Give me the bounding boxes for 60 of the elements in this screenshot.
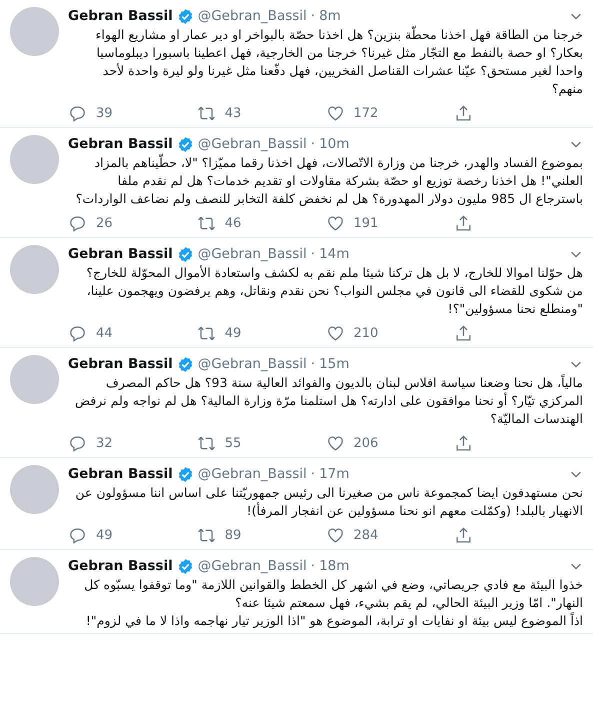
retweet-count: 46 (224, 216, 242, 230)
share-icon[interactable] (454, 324, 474, 342)
heart-icon[interactable] (326, 434, 344, 452)
heart-icon[interactable] (326, 214, 344, 232)
retweet-count: 49 (224, 326, 242, 340)
author-handle[interactable]: @Gebran_Bassil (198, 7, 307, 25)
author-handle[interactable]: @Gebran_Bassil (198, 557, 307, 575)
author-handle[interactable]: @Gebran_Bassil (198, 245, 307, 263)
reply-icon[interactable] (68, 104, 87, 122)
author-name[interactable]: Gebran Bassil (68, 245, 173, 263)
reply-count: 32 (96, 436, 113, 450)
reply-count: 49 (96, 528, 113, 542)
like-count: 172 (354, 106, 378, 120)
heart-icon[interactable] (326, 104, 344, 122)
share-icon[interactable] (454, 434, 474, 452)
tweet-time[interactable]: 18m (319, 557, 350, 575)
reply-count: 26 (96, 216, 113, 230)
tweet-text: بموضوع الفساد والهدر، خرجنا من وزارة الاتّصالات، فهل اخذنا رقما مميّزا؟ "لا، حطّيناهم بالمزاد العلني"! هل اخذنا رخصة توزيع او حصّة بشركة مقاولات او تقديم خدمات؟ هل لم نقدم ملفا باسترجاع ال 985 مليون دولار المهدورة؟ هل لم نخفض كلفة التخابر للنصف ولم نضاعف الواردات؟ (74, 154, 583, 208)
author-name[interactable]: Gebran Bassil (68, 465, 173, 483)
like-count: 206 (354, 436, 378, 450)
author-name[interactable]: Gebran Bassil (68, 135, 173, 153)
reply-icon[interactable] (68, 214, 87, 232)
retweet-count: 89 (224, 528, 242, 542)
reply-icon[interactable] (68, 526, 87, 544)
separator-dot: · (310, 7, 316, 25)
tweet-text: هل حوّلنا اموالا للخارج، لا بل هل تركنا شيئا ملم نقم به لكشف واستعادة الأموال المحوّلة للخارج؟ من شكوى للقضاء الى قانون في مجلس النواب؟ نحن نقدم ونقاتل، وهم يرفضون ويهجمون علينا، "ومنطلع نحنا مسؤولين"؟! (85, 264, 583, 318)
retweet-count: 43 (224, 106, 242, 120)
author-name[interactable]: Gebran Bassil (68, 7, 173, 25)
share-icon[interactable] (454, 526, 474, 544)
reply-count: 39 (96, 106, 113, 120)
tweet-time[interactable]: 17m (319, 465, 350, 483)
share-icon[interactable] (454, 214, 474, 232)
author-handle[interactable]: @Gebran_Bassil (198, 135, 307, 153)
tweet-time[interactable]: 15m (319, 355, 350, 373)
heart-icon[interactable] (326, 526, 344, 544)
like-count: 284 (354, 528, 378, 542)
tweet-time[interactable]: 8m (319, 7, 341, 25)
reply-icon[interactable] (68, 324, 87, 342)
separator-dot: · (310, 135, 316, 153)
like-count: 210 (354, 326, 378, 340)
separator-dot: · (310, 465, 316, 483)
tweet-text: خذوا البيئة مع فادي جريصاتي، وضع في اشهر كل الخطط والقوانين اللازمة "وما توقفوا يسبّوه كل النهار". امّا وزير البيئة الحالي، لم يقم بشيء، فهل سمعتم شيئا عنه؟ اذاً الموضوع ليس بيئة او نفايات او ترابة، الموضوع هو "اذا الوزير تيار نهاجمه واذا لا ما في لزوم"! (83, 576, 583, 630)
share-icon[interactable] (454, 104, 474, 122)
author-handle[interactable]: @Gebran_Bassil (198, 465, 307, 483)
retweet-count: 55 (224, 436, 242, 450)
separator-dot: · (310, 557, 316, 575)
tweet-time[interactable]: 10m (319, 135, 350, 153)
heart-icon[interactable] (326, 324, 344, 342)
author-name[interactable]: Gebran Bassil (68, 355, 173, 373)
tweet-text: خرجنا من الطاقة فهل اخذنا محطّة بنزين؟ هل اخذنا حصّة بالبواخر او دير عمار او مشاريع الهواء بعكار؟ او حصة بالنفط مع التجّار مثل غيرنا؟ خرجنا من الخارجية، فهل اعطينا باسبورا ديبلوماسيا واحدا لغير مستحق؟ عيّنا عشرات القناصل الفخريين، فهل دفّعنا مثل غيرنا ولو ليرة واحدة لأحد منهم؟ (94, 26, 583, 98)
reply-count: 44 (96, 326, 113, 340)
like-count: 191 (354, 216, 378, 230)
tweet-text: مالياً، هل نحنا وضعنا سياسة افلاس لبنان بالديون والفوائد العالية سنة 93؟ هل حاكم المصرف المركزي تيّار؟ أو نحنا موافقون على ادارته؟ هل استلمنا مرّة وزارة المالية؟ هل لم نواجه ولم نرفض الهندسات الماليّة؟ (74, 374, 583, 428)
separator-dot: · (310, 355, 316, 373)
author-handle[interactable]: @Gebran_Bassil (198, 355, 307, 373)
separator-dot: · (310, 245, 316, 263)
tweet-text: نحن مستهدفون ايضا كمجموعة ناس من صغيرنا الى رئيس جمهوريّتنا على اساس اننا مسؤولون عن الانهيار بالبلد! (وكمّلت معهم انو نحنا مسؤولين عن انفجار المرفأ)! (74, 484, 583, 520)
author-name[interactable]: Gebran Bassil (68, 557, 173, 575)
reply-icon[interactable] (68, 434, 87, 452)
tweet-time[interactable]: 14m (319, 245, 350, 263)
